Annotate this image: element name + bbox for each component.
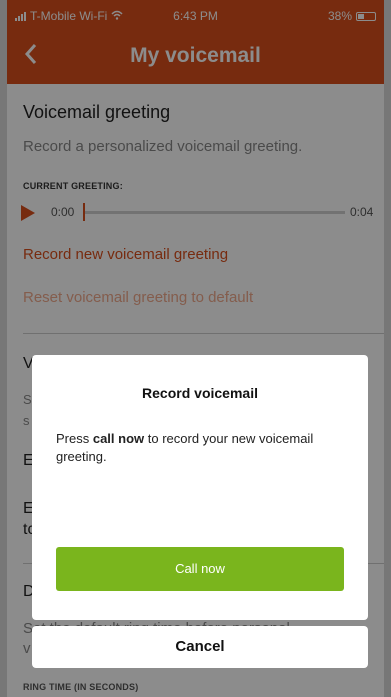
- dialog-body: Press call now to record your new voicem…: [56, 430, 344, 466]
- dialog-body-prefix: Press: [56, 431, 93, 446]
- record-voicemail-dialog: Record voicemail Press call now to recor…: [32, 355, 368, 620]
- dialog-body-bold: call now: [92, 431, 145, 446]
- call-now-button[interactable]: Call now: [56, 547, 344, 591]
- cancel-button[interactable]: Cancel: [32, 626, 368, 668]
- dialog-title: Record voicemail: [142, 385, 258, 401]
